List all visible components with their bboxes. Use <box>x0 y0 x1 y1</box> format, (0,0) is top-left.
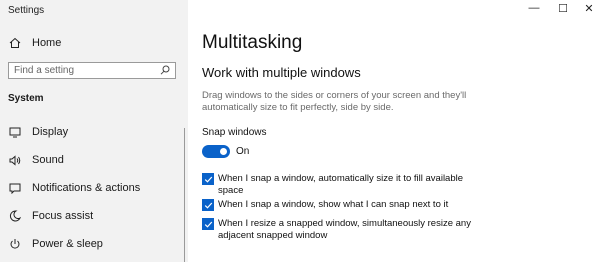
search-box[interactable] <box>8 62 176 79</box>
search-input[interactable] <box>14 65 154 76</box>
section-heading: Work with multiple windows <box>202 65 361 80</box>
checkmark-icon <box>204 221 212 228</box>
sound-icon <box>8 154 22 166</box>
search-icon[interactable] <box>160 62 170 80</box>
snap-windows-label: Snap windows <box>202 127 267 138</box>
option-label: When I resize a snapped window, simultan… <box>218 218 471 241</box>
option-resize-adjacent[interactable]: When I resize a snapped window, simultan… <box>202 218 472 242</box>
checkbox-auto-size[interactable] <box>202 173 214 185</box>
option-show-snap-next[interactable]: When I snap a window, show what I can sn… <box>202 199 472 211</box>
sidebar: Settings Home System Display Sound Notif… <box>0 0 188 262</box>
toggle-knob <box>220 148 227 155</box>
section-title: System <box>8 93 44 104</box>
snap-windows-toggle[interactable] <box>202 145 230 158</box>
sidebar-item-label: Notifications & actions <box>32 182 141 194</box>
power-icon <box>8 238 22 250</box>
sidebar-item-notifications[interactable]: Notifications & actions <box>0 177 184 199</box>
sidebar-item-label: Power & sleep <box>32 238 103 250</box>
sidebar-item-label: Home <box>32 37 62 49</box>
minimize-button[interactable]: — <box>524 2 544 14</box>
sidebar-item-focus-assist[interactable]: Focus assist <box>0 205 184 227</box>
checkmark-icon <box>204 176 212 183</box>
sidebar-item-label: Focus assist <box>32 210 94 222</box>
focus-assist-icon <box>8 210 22 222</box>
option-label: When I snap a window, automatically size… <box>218 173 464 196</box>
sidebar-item-display[interactable]: Display <box>0 121 184 143</box>
close-button[interactable]: ✕ <box>579 2 599 15</box>
sidebar-item-sound[interactable]: Sound <box>0 149 184 171</box>
option-label: When I snap a window, show what I can sn… <box>218 199 449 210</box>
checkbox-resize-adjacent[interactable] <box>202 218 214 230</box>
sidebar-item-label: Sound <box>32 154 64 166</box>
page-title: Multitasking <box>202 32 303 53</box>
notifications-icon <box>8 183 22 194</box>
option-auto-size[interactable]: When I snap a window, automatically size… <box>202 173 472 197</box>
sidebar-item-home[interactable]: Home <box>0 32 184 54</box>
display-icon <box>8 127 22 138</box>
app-title: Settings <box>8 5 45 16</box>
checkmark-icon <box>204 202 212 209</box>
checkbox-show-snap-next[interactable] <box>202 199 214 211</box>
sidebar-item-power-sleep[interactable]: Power & sleep <box>0 233 184 255</box>
maximize-button[interactable]: ☐ <box>553 2 573 15</box>
home-icon <box>8 37 22 49</box>
description: Drag windows to the sides or corners of … <box>202 90 467 113</box>
sidebar-item-label: Display <box>32 126 69 138</box>
toggle-state-label: On <box>236 146 250 157</box>
